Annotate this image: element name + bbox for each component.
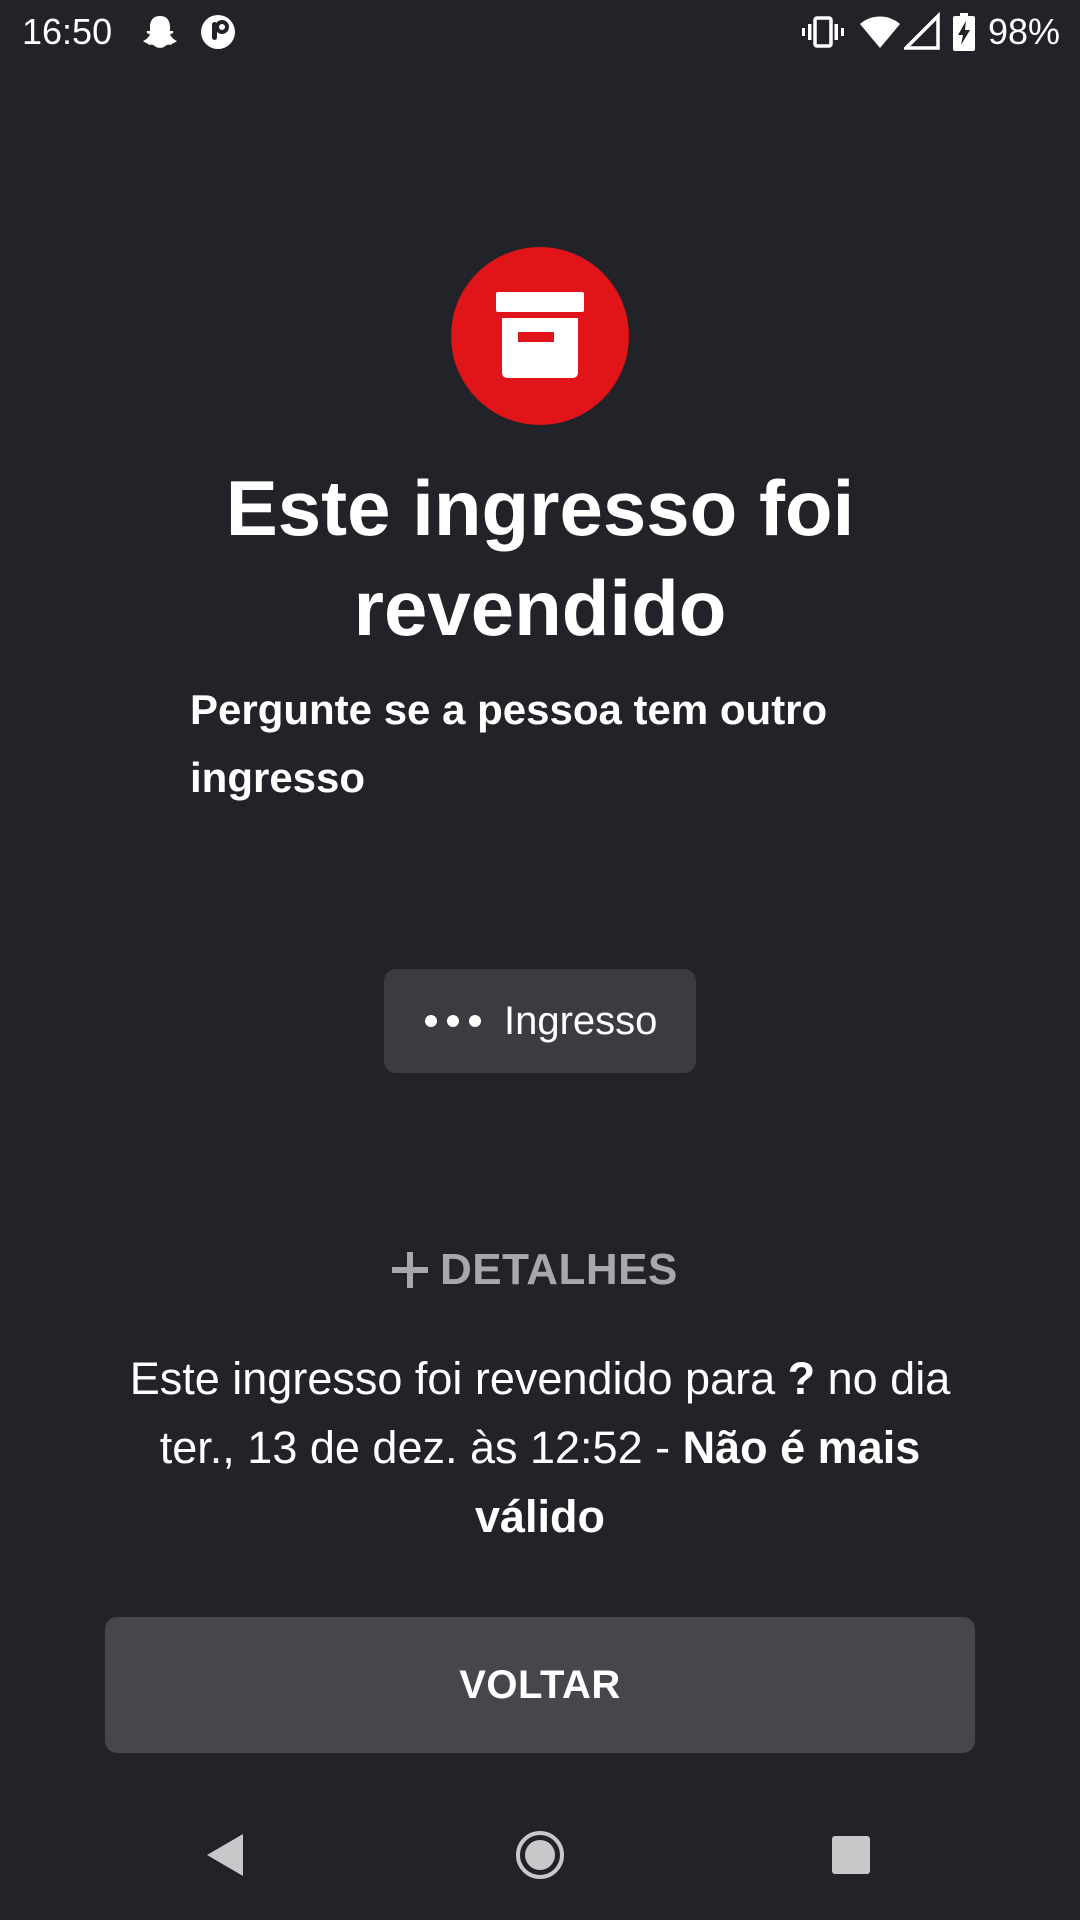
details-toggle[interactable]: DETALHES bbox=[390, 1240, 710, 1300]
ticket-chip-label: Ingresso bbox=[504, 999, 658, 1043]
status-time: 16:50 bbox=[22, 11, 113, 52]
info-buyer: ? bbox=[787, 1353, 816, 1404]
back-triangle-icon bbox=[207, 1834, 243, 1876]
status-bar: 16:50 98% bbox=[0, 0, 1080, 64]
vibrate-icon bbox=[802, 12, 844, 57]
info-text-part1: Este ingresso foi revendido para bbox=[129, 1353, 788, 1404]
navigation-bar bbox=[0, 1790, 1080, 1920]
archive-box-icon bbox=[496, 292, 584, 378]
snapchat-icon bbox=[140, 12, 180, 57]
screen: 16:50 98% Este ingresso foi revendido Pe… bbox=[0, 0, 1080, 1920]
cell-signal-icon bbox=[901, 11, 940, 57]
page-title: Este ingresso foi revendido bbox=[225, 464, 855, 652]
ticket-options-chip[interactable]: Ingresso bbox=[384, 969, 696, 1073]
battery-percentage: 98% bbox=[987, 11, 1060, 52]
plus-icon bbox=[390, 1250, 430, 1290]
details-label: DETALHES bbox=[440, 1245, 678, 1294]
battery-charging-icon bbox=[952, 12, 976, 57]
wifi-icon bbox=[858, 12, 902, 57]
resale-info-text: Este ingresso foi revendido para ? no di… bbox=[110, 1344, 970, 1551]
nav-back-button[interactable] bbox=[165, 1790, 285, 1920]
app-notification-icon bbox=[198, 12, 238, 57]
resold-status-badge bbox=[451, 247, 629, 425]
more-dots-icon bbox=[424, 1014, 482, 1028]
nav-recents-button[interactable] bbox=[791, 1790, 911, 1920]
recents-square-icon bbox=[832, 1836, 870, 1874]
home-circle-icon bbox=[516, 1831, 564, 1879]
page-subtitle: Pergunte se a pessoa tem outro ingresso bbox=[190, 686, 828, 801]
nav-home-button[interactable] bbox=[480, 1790, 600, 1920]
voltar-button[interactable]: VOLTAR bbox=[105, 1617, 975, 1753]
